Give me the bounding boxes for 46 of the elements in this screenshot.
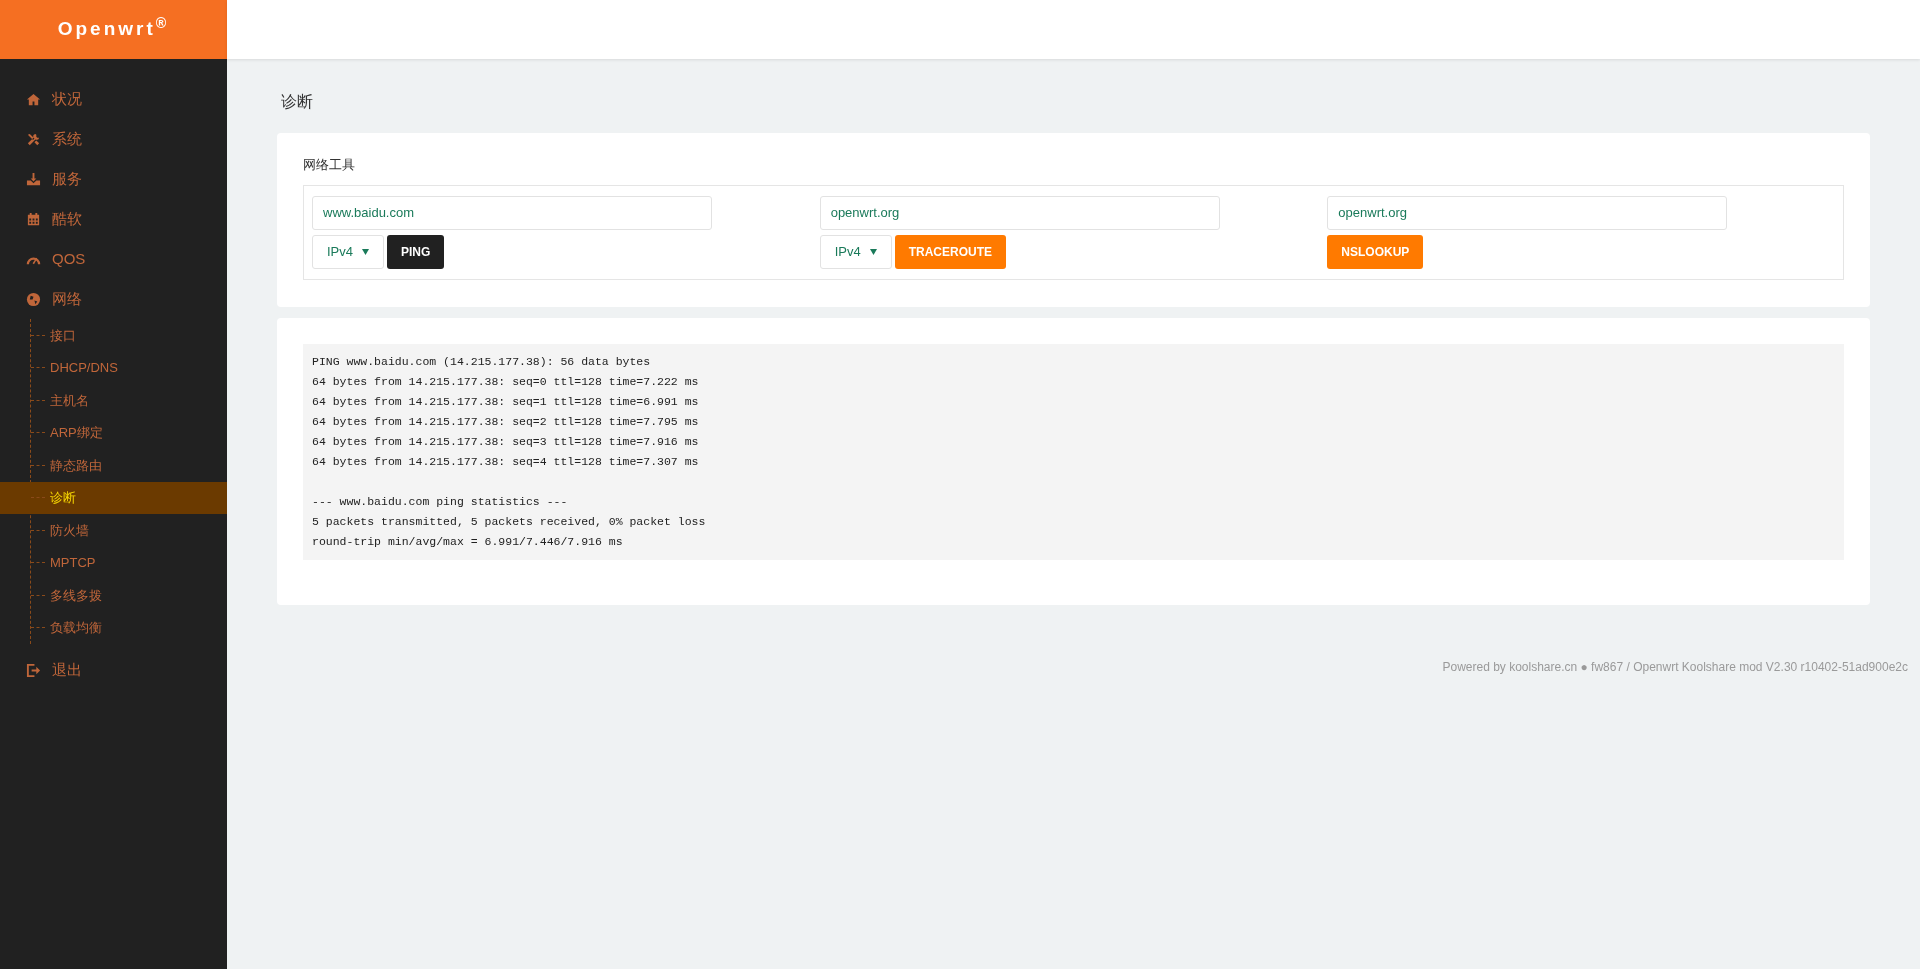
host-input-field[interactable]: openwrt.org [1327, 195, 1728, 230]
output-line: 64 bytes from 14.215.177.38: seq=4 ttl=128 time=7.307 ms [312, 453, 700, 470]
sidebar-subitem[interactable]: 主机名 [0, 384, 227, 417]
globe-icon [26, 291, 41, 307]
tools-icon [26, 131, 41, 147]
sidebar-subitem[interactable]: 防火墙 [0, 514, 227, 547]
output-line: 64 bytes from 14.215.177.38: seq=1 ttl=128 time=6.991 ms [312, 393, 700, 410]
sidebar-subitem[interactable]: MPTCP [0, 546, 227, 579]
output-line: --- www.baidu.com ping statistics --- [312, 493, 569, 510]
sidebar-item[interactable]: 退出 [0, 650, 227, 690]
output-line: 5 packets transmitted, 5 packets received, 0% packet loss [312, 513, 707, 530]
download-tray-icon [26, 171, 41, 187]
sidebar-subitem[interactable]: 接口 [0, 319, 227, 352]
sidebar-item[interactable]: QOS [0, 239, 227, 279]
footer-text: Powered by koolshare.cn ● fw867 / Openwrt Koolshare mod V2.30 r10402-51ad900e2c [1442, 658, 1908, 676]
run-button[interactable]: TRACEROUTE [894, 234, 1006, 269]
protocol-dropdown[interactable]: IPv4 [312, 234, 384, 269]
output-line: 64 bytes from 14.215.177.38: seq=3 ttl=128 time=7.916 ms [312, 433, 700, 450]
sidebar-item[interactable]: 状况 [0, 79, 227, 119]
sidebar-subitem[interactable]: 诊断 [0, 481, 227, 514]
logout-icon [26, 662, 41, 678]
output-line: PING www.baidu.com (14.215.177.38): 56 data bytes [312, 353, 652, 370]
dropdown-arrow-icon [869, 248, 877, 255]
host-input-field[interactable]: openwrt.org [819, 195, 1220, 230]
run-button[interactable]: NSLOOKUP [1327, 234, 1424, 269]
host-input-field[interactable]: www.baidu.com [312, 195, 712, 230]
sidebar-item[interactable]: 服务 [0, 159, 227, 199]
run-button[interactable]: PING [387, 234, 445, 269]
sidebar-subitem[interactable]: 多线多拨 [0, 579, 227, 612]
sidebar-subitem[interactable]: 静态路由 [0, 449, 227, 482]
home-icon [26, 91, 41, 107]
section-title: 网络工具 [303, 156, 356, 174]
protocol-dropdown[interactable]: IPv4 [819, 234, 892, 269]
output-line: round-trip min/avg/max = 6.991/7.446/7.916 ms [312, 533, 624, 550]
sidebar-item[interactable]: 酷软 [0, 199, 227, 239]
brand-logo-text[interactable]: Openwrt$^{®}$ [57, 15, 170, 44]
page-title: 诊断 [281, 92, 314, 112]
sidebar-item[interactable]: 网络 [0, 279, 227, 319]
output-line: 64 bytes from 14.215.177.38: seq=2 ttl=128 time=7.795 ms [312, 413, 700, 430]
dropdown-arrow-icon [362, 248, 369, 255]
sidebar-item[interactable]: 系统 [0, 119, 227, 159]
calendar-icon [26, 211, 41, 227]
sidebar-subitem[interactable]: 负载均衡 [0, 611, 227, 644]
sidebar-subitem[interactable]: DHCP/DNS [0, 351, 227, 384]
output-line: 64 bytes from 14.215.177.38: seq=0 ttl=128 time=7.222 ms [312, 373, 700, 390]
sidebar-subitem[interactable]: ARP绑定 [0, 416, 227, 449]
